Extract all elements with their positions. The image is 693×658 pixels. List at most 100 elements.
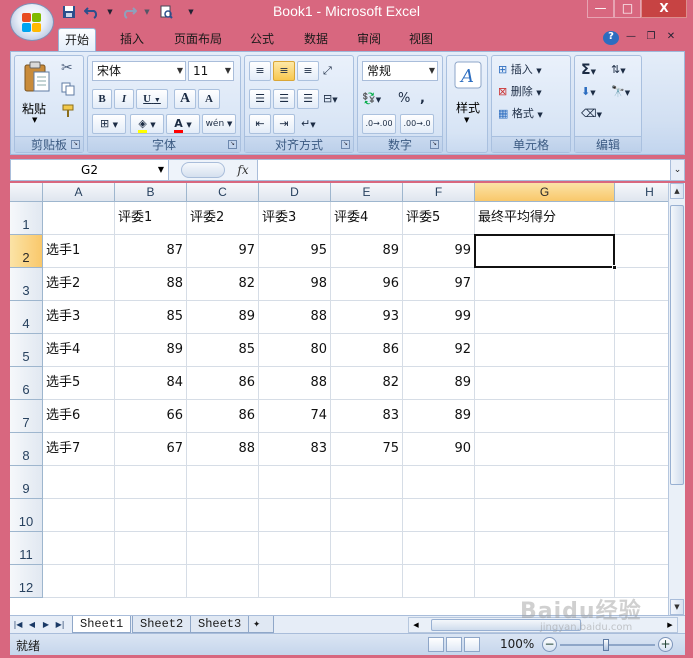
cell-e10[interactable] [331,499,403,532]
row-header-4[interactable]: 4 [10,301,43,334]
row-header-6[interactable]: 6 [10,367,43,400]
page-break-view-icon[interactable] [464,637,480,652]
italic-button[interactable]: I [114,89,134,109]
cell-b2[interactable]: 87 [115,235,187,268]
cell-h10[interactable] [615,499,668,532]
cell-a7[interactable]: 选手6 [43,400,115,433]
cell-f9[interactable] [403,466,475,499]
borders-button[interactable]: ⊞ ▼ [92,114,126,134]
cell-a11[interactable] [43,532,115,565]
cell-g6[interactable] [475,367,615,400]
normal-view-icon[interactable] [428,637,444,652]
cell-a4[interactable]: 选手3 [43,301,115,334]
zoom-level[interactable]: 100% [500,637,534,651]
cell-e4[interactable]: 93 [331,301,403,334]
sheet-tab-sheet3[interactable]: Sheet3 [190,616,250,633]
cell-d12[interactable] [259,565,331,598]
row-header-2[interactable]: 2 [10,235,43,268]
tab-formulas[interactable]: 公式 [244,28,280,52]
cell-h3[interactable] [615,268,668,301]
delete-cells-button[interactable]: ⊠ 删除 ▼ [498,82,568,102]
cell-f4[interactable]: 99 [403,301,475,334]
formula-input[interactable] [257,160,670,180]
column-header-g[interactable]: G [475,183,615,202]
cell-a1[interactable] [43,202,115,235]
align-left-button[interactable]: ☰ [249,89,271,109]
underline-button[interactable]: U ▼ [136,89,168,109]
align-middle-button[interactable]: ≡ [273,61,295,81]
cell-a3[interactable]: 选手2 [43,268,115,301]
clear-button[interactable]: ⌫▼ [581,104,607,124]
column-header-a[interactable]: A [43,183,115,202]
tab-page-layout[interactable]: 页面布局 [168,28,228,52]
cell-g1[interactable]: 最终平均得分 [475,202,615,235]
cell-c4[interactable]: 89 [187,301,259,334]
cell-e7[interactable]: 83 [331,400,403,433]
tab-insert[interactable]: 插入 [114,28,150,52]
cell-g4[interactable] [475,301,615,334]
format-painter-icon[interactable] [61,104,77,120]
cell-h9[interactable] [615,466,668,499]
cell-d2[interactable]: 95 [259,235,331,268]
fill-button[interactable]: ⬇▼ [581,82,607,102]
chevron-down-icon[interactable]: ▼ [158,160,164,180]
scroll-down-icon[interactable]: ▼ [670,599,684,615]
cell-h1[interactable] [615,202,668,235]
currency-button[interactable]: 💱▼ [362,89,394,109]
cell-a8[interactable]: 选手7 [43,433,115,466]
chevron-down-icon[interactable]: ▼ [225,62,231,80]
cell-b6[interactable]: 84 [115,367,187,400]
cell-a10[interactable] [43,499,115,532]
cell-c2[interactable]: 97 [187,235,259,268]
clipboard-launcher-icon[interactable]: ↘ [71,140,80,149]
column-header-h[interactable]: H [615,183,668,202]
cell-f10[interactable] [403,499,475,532]
find-select-button[interactable]: 🔭▼ [611,82,639,102]
cell-h6[interactable] [615,367,668,400]
chevron-down-icon[interactable]: ▼ [429,62,435,80]
autosum-button[interactable]: Σ▼ [581,60,607,80]
cell-f7[interactable]: 89 [403,400,475,433]
row-header-1[interactable]: 1 [10,202,43,235]
cell-a6[interactable]: 选手5 [43,367,115,400]
increase-indent-button[interactable]: ⇥ [273,114,295,134]
row-header-3[interactable]: 3 [10,268,43,301]
number-format-combo[interactable]: 常规 ▼ [362,61,438,81]
cell-d5[interactable]: 80 [259,334,331,367]
close-button[interactable]: X [641,0,687,18]
tab-review[interactable]: 审阅 [351,28,387,52]
cell-b11[interactable] [115,532,187,565]
cell-c6[interactable]: 86 [187,367,259,400]
column-header-e[interactable]: E [331,183,403,202]
cell-c12[interactable] [187,565,259,598]
cell-d6[interactable]: 88 [259,367,331,400]
chevron-down-icon[interactable]: ▼ [177,62,183,80]
cell-h11[interactable] [615,532,668,565]
select-all-button[interactable] [10,183,43,202]
cell-h4[interactable] [615,301,668,334]
align-top-button[interactable]: ≡ [249,61,271,81]
scroll-left-icon[interactable]: ◀ [409,618,423,632]
cell-g5[interactable] [475,334,615,367]
cell-e9[interactable] [331,466,403,499]
workbook-close-icon[interactable]: ✕ [663,31,679,45]
align-right-button[interactable]: ☰ [297,89,319,109]
cell-c8[interactable]: 88 [187,433,259,466]
cell-c1[interactable]: 评委2 [187,202,259,235]
increase-decimal-button[interactable]: .0→.00 [362,114,396,134]
styles-button[interactable]: A 样式 ▼ [449,58,487,128]
cell-g7[interactable] [475,400,615,433]
cell-d1[interactable]: 评委3 [259,202,331,235]
column-header-c[interactable]: C [187,183,259,202]
cell-f5[interactable]: 92 [403,334,475,367]
row-header-5[interactable]: 5 [10,334,43,367]
cell-g11[interactable] [475,532,615,565]
row-header-12[interactable]: 12 [10,565,43,598]
cell-h2[interactable] [615,235,668,268]
tab-home[interactable]: 开始 [58,28,97,52]
insert-cells-button[interactable]: ⊞ 插入 ▼ [498,60,568,80]
cell-a5[interactable]: 选手4 [43,334,115,367]
cell-b3[interactable]: 88 [115,268,187,301]
font-name-combo[interactable]: 宋体 ▼ [92,61,186,81]
cell-d7[interactable]: 74 [259,400,331,433]
